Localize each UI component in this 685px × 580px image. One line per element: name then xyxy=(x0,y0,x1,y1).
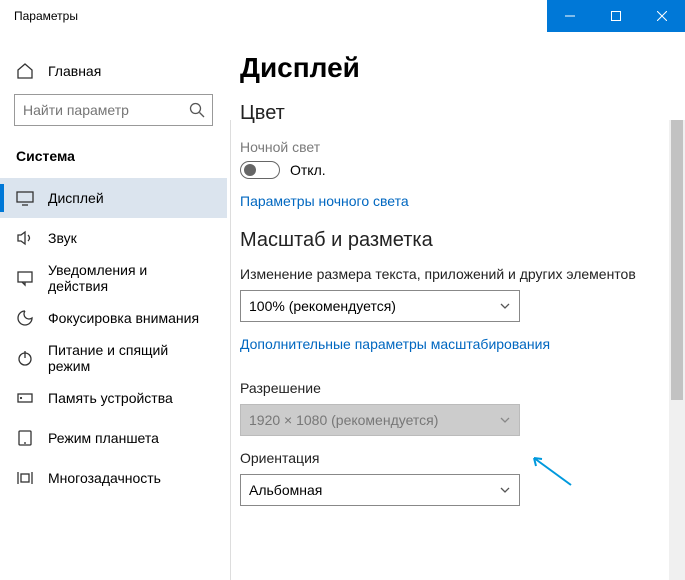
sidebar: Главная Система Дисплей Звук xyxy=(0,32,228,580)
sound-icon xyxy=(16,229,34,247)
resolution-value: 1920 × 1080 (рекомендуется) xyxy=(249,412,438,428)
sidebar-item-label: Уведомления и действия xyxy=(48,262,211,294)
tablet-icon xyxy=(16,429,34,447)
resolution-field-label: Разрешение xyxy=(240,380,647,396)
sidebar-item-tablet[interactable]: Режим планшета xyxy=(0,418,227,458)
vertical-divider xyxy=(230,120,231,580)
section-scale: Масштаб и разметка xyxy=(240,229,647,252)
search-input[interactable] xyxy=(15,95,212,125)
orientation-field-label: Ориентация xyxy=(240,450,647,466)
search-icon xyxy=(188,101,206,124)
search-input-wrap[interactable] xyxy=(14,94,213,126)
home-label: Главная xyxy=(48,63,101,79)
orientation-value: Альбомная xyxy=(249,482,322,498)
home-icon xyxy=(16,62,34,80)
minimize-button[interactable] xyxy=(547,0,593,32)
advanced-scale-link[interactable]: Дополнительные параметры масштабирования xyxy=(240,336,550,352)
close-button[interactable] xyxy=(639,0,685,32)
sidebar-item-label: Звук xyxy=(48,230,77,246)
sidebar-item-label: Питание и спящий режим xyxy=(48,342,211,374)
storage-icon xyxy=(16,389,34,407)
sidebar-item-display[interactable]: Дисплей xyxy=(0,178,227,218)
resolution-dropdown[interactable]: 1920 × 1080 (рекомендуется) xyxy=(240,404,520,436)
multitask-icon xyxy=(16,469,34,487)
page-title: Дисплей xyxy=(240,52,647,84)
maximize-button[interactable] xyxy=(593,0,639,32)
sidebar-item-label: Дисплей xyxy=(48,190,104,206)
category-heading: Система xyxy=(0,142,227,178)
scale-field-label: Изменение размера текста, приложений и д… xyxy=(240,266,647,282)
sidebar-item-label: Память устройства xyxy=(48,390,173,406)
power-icon xyxy=(16,349,34,367)
chevron-down-icon xyxy=(499,414,511,426)
sidebar-item-label: Многозадачность xyxy=(48,470,161,486)
notifications-icon xyxy=(16,269,34,287)
chevron-down-icon xyxy=(499,484,511,496)
title-bar: Параметры xyxy=(0,0,685,32)
sidebar-item-storage[interactable]: Память устройства xyxy=(0,378,227,418)
home-nav[interactable]: Главная xyxy=(0,54,227,94)
sidebar-item-focus[interactable]: Фокусировка внимания xyxy=(0,298,227,338)
sidebar-item-multitask[interactable]: Многозадачность xyxy=(0,458,227,498)
night-light-state: Откл. xyxy=(290,162,326,178)
main-content: Дисплей Цвет Ночной свет Откл. Параметры… xyxy=(228,32,685,580)
scrollbar[interactable] xyxy=(669,120,685,580)
scale-dropdown[interactable]: 100% (рекомендуется) xyxy=(240,290,520,322)
sidebar-item-label: Фокусировка внимания xyxy=(48,310,199,326)
window-title: Параметры xyxy=(0,9,547,23)
focus-icon xyxy=(16,309,34,327)
chevron-down-icon xyxy=(499,300,511,312)
orientation-dropdown[interactable]: Альбомная xyxy=(240,474,520,506)
display-icon xyxy=(16,189,34,207)
window-controls xyxy=(547,0,685,32)
scrollbar-thumb[interactable] xyxy=(671,120,683,400)
sidebar-item-notifications[interactable]: Уведомления и действия xyxy=(0,258,227,298)
night-light-settings-link[interactable]: Параметры ночного света xyxy=(240,193,409,209)
sidebar-item-label: Режим планшета xyxy=(48,430,159,446)
scale-value: 100% (рекомендуется) xyxy=(249,298,396,314)
sidebar-item-sound[interactable]: Звук xyxy=(0,218,227,258)
night-light-label: Ночной свет xyxy=(240,139,647,155)
section-color: Цвет xyxy=(240,102,647,125)
sidebar-item-power[interactable]: Питание и спящий режим xyxy=(0,338,227,378)
night-light-toggle[interactable] xyxy=(240,161,280,179)
